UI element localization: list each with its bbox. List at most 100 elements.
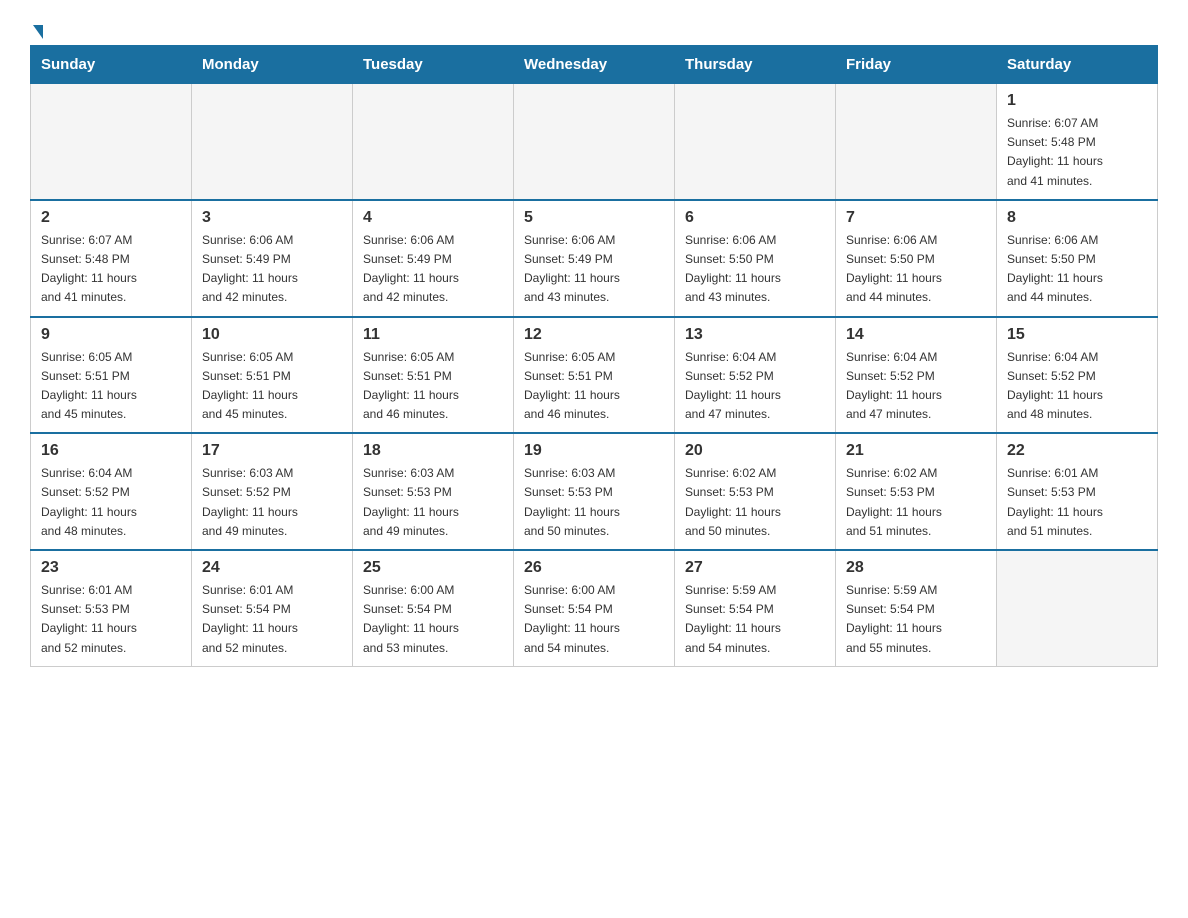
- calendar-cell: 3 Sunrise: 6:06 AM Sunset: 5:49 PM Daylig…: [192, 200, 353, 317]
- calendar-header-row: SundayMondayTuesdayWednesdayThursdayFrid…: [31, 46, 1158, 84]
- day-info: Sunrise: 6:00 AM Sunset: 5:54 PM Dayligh…: [524, 581, 664, 658]
- calendar-week-row: 2 Sunrise: 6:07 AM Sunset: 5:48 PM Daylig…: [31, 200, 1158, 317]
- day-info: Sunrise: 6:03 AM Sunset: 5:52 PM Dayligh…: [202, 464, 342, 541]
- day-number: 26: [524, 559, 664, 577]
- day-info: Sunrise: 6:06 AM Sunset: 5:49 PM Dayligh…: [524, 231, 664, 308]
- day-info: Sunrise: 6:05 AM Sunset: 5:51 PM Dayligh…: [41, 348, 181, 425]
- day-info: Sunrise: 6:01 AM Sunset: 5:53 PM Dayligh…: [1007, 464, 1147, 541]
- calendar-cell: [675, 84, 836, 200]
- day-info: Sunrise: 6:06 AM Sunset: 5:50 PM Dayligh…: [1007, 231, 1147, 308]
- calendar-cell: 8 Sunrise: 6:06 AM Sunset: 5:50 PM Daylig…: [997, 200, 1158, 317]
- logo-general-text: [30, 25, 43, 37]
- day-of-week-header: Sunday: [31, 46, 192, 84]
- day-of-week-header: Saturday: [997, 46, 1158, 84]
- calendar-cell: 4Sunrise: 6:06 AM Sunset: 5:49 PM Daylig…: [353, 200, 514, 317]
- day-info: Sunrise: 6:01 AM Sunset: 5:53 PM Dayligh…: [41, 581, 181, 658]
- calendar-cell: 18 Sunrise: 6:03 AM Sunset: 5:53 PM Dayli…: [353, 433, 514, 550]
- day-number: 6: [685, 209, 825, 227]
- logo-arrow-icon: [33, 25, 43, 39]
- calendar-cell: [353, 84, 514, 200]
- calendar-cell: 17 Sunrise: 6:03 AM Sunset: 5:52 PM Dayli…: [192, 433, 353, 550]
- day-info: Sunrise: 6:06 AM Sunset: 5:49 PM Dayligh…: [363, 231, 503, 308]
- calendar-cell: [514, 84, 675, 200]
- calendar-cell: 26 Sunrise: 6:00 AM Sunset: 5:54 PM Dayli…: [514, 550, 675, 666]
- day-number: 5: [524, 209, 664, 227]
- calendar-cell: 22 Sunrise: 6:01 AM Sunset: 5:53 PM Dayli…: [997, 433, 1158, 550]
- day-number: 16: [41, 442, 181, 460]
- day-number: 20: [685, 442, 825, 460]
- day-number: 10: [202, 326, 342, 344]
- day-number: 12: [524, 326, 664, 344]
- calendar-cell: 21Sunrise: 6:02 AM Sunset: 5:53 PM Dayli…: [836, 433, 997, 550]
- calendar-cell: [31, 84, 192, 200]
- day-number: 7: [846, 209, 986, 227]
- day-info: Sunrise: 6:03 AM Sunset: 5:53 PM Dayligh…: [524, 464, 664, 541]
- calendar-week-row: 16 Sunrise: 6:04 AM Sunset: 5:52 PM Dayli…: [31, 433, 1158, 550]
- day-number: 22: [1007, 442, 1147, 460]
- day-info: Sunrise: 6:02 AM Sunset: 5:53 PM Dayligh…: [685, 464, 825, 541]
- day-info: Sunrise: 6:07 AM Sunset: 5:48 PM Dayligh…: [41, 231, 181, 308]
- day-of-week-header: Thursday: [675, 46, 836, 84]
- calendar-cell: 1Sunrise: 6:07 AM Sunset: 5:48 PM Daylig…: [997, 84, 1158, 200]
- calendar-cell: 14 Sunrise: 6:04 AM Sunset: 5:52 PM Dayli…: [836, 317, 997, 434]
- calendar-cell: 25 Sunrise: 6:00 AM Sunset: 5:54 PM Dayli…: [353, 550, 514, 666]
- day-info: Sunrise: 6:00 AM Sunset: 5:54 PM Dayligh…: [363, 581, 503, 658]
- calendar-cell: [192, 84, 353, 200]
- day-number: 21: [846, 442, 986, 460]
- day-number: 25: [363, 559, 503, 577]
- calendar-cell: 5 Sunrise: 6:06 AM Sunset: 5:49 PM Daylig…: [514, 200, 675, 317]
- day-of-week-header: Tuesday: [353, 46, 514, 84]
- day-info: Sunrise: 6:06 AM Sunset: 5:49 PM Dayligh…: [202, 231, 342, 308]
- day-number: 28: [846, 559, 986, 577]
- calendar-cell: 19 Sunrise: 6:03 AM Sunset: 5:53 PM Dayli…: [514, 433, 675, 550]
- day-of-week-header: Friday: [836, 46, 997, 84]
- calendar-cell: [997, 550, 1158, 666]
- calendar-week-row: 23 Sunrise: 6:01 AM Sunset: 5:53 PM Dayli…: [31, 550, 1158, 666]
- calendar-cell: 27 Sunrise: 5:59 AM Sunset: 5:54 PM Dayli…: [675, 550, 836, 666]
- calendar-cell: 20 Sunrise: 6:02 AM Sunset: 5:53 PM Dayli…: [675, 433, 836, 550]
- day-number: 14: [846, 326, 986, 344]
- calendar-cell: 15 Sunrise: 6:04 AM Sunset: 5:52 PM Dayli…: [997, 317, 1158, 434]
- calendar-cell: 13Sunrise: 6:04 AM Sunset: 5:52 PM Dayli…: [675, 317, 836, 434]
- day-number: 8: [1007, 209, 1147, 227]
- day-number: 19: [524, 442, 664, 460]
- calendar-cell: 16 Sunrise: 6:04 AM Sunset: 5:52 PM Dayli…: [31, 433, 192, 550]
- calendar-cell: 10 Sunrise: 6:05 AM Sunset: 5:51 PM Dayli…: [192, 317, 353, 434]
- day-info: Sunrise: 6:04 AM Sunset: 5:52 PM Dayligh…: [846, 348, 986, 425]
- calendar-cell: 23 Sunrise: 6:01 AM Sunset: 5:53 PM Dayli…: [31, 550, 192, 666]
- calendar-cell: 11 Sunrise: 6:05 AM Sunset: 5:51 PM Dayli…: [353, 317, 514, 434]
- calendar-cell: 12 Sunrise: 6:05 AM Sunset: 5:51 PM Dayli…: [514, 317, 675, 434]
- day-number: 15: [1007, 326, 1147, 344]
- day-number: 11: [363, 326, 503, 344]
- day-info: Sunrise: 6:05 AM Sunset: 5:51 PM Dayligh…: [202, 348, 342, 425]
- calendar-week-row: 1Sunrise: 6:07 AM Sunset: 5:48 PM Daylig…: [31, 84, 1158, 200]
- day-number: 23: [41, 559, 181, 577]
- day-info: Sunrise: 6:05 AM Sunset: 5:51 PM Dayligh…: [363, 348, 503, 425]
- calendar-cell: 2 Sunrise: 6:07 AM Sunset: 5:48 PM Daylig…: [31, 200, 192, 317]
- day-info: Sunrise: 6:04 AM Sunset: 5:52 PM Dayligh…: [1007, 348, 1147, 425]
- page-header: [30, 20, 1158, 35]
- day-number: 2: [41, 209, 181, 227]
- day-number: 3: [202, 209, 342, 227]
- calendar-cell: 28Sunrise: 5:59 AM Sunset: 5:54 PM Dayli…: [836, 550, 997, 666]
- calendar-week-row: 9 Sunrise: 6:05 AM Sunset: 5:51 PM Daylig…: [31, 317, 1158, 434]
- day-number: 27: [685, 559, 825, 577]
- day-number: 9: [41, 326, 181, 344]
- calendar-cell: [836, 84, 997, 200]
- day-number: 24: [202, 559, 342, 577]
- day-number: 17: [202, 442, 342, 460]
- day-info: Sunrise: 6:04 AM Sunset: 5:52 PM Dayligh…: [685, 348, 825, 425]
- day-number: 1: [1007, 92, 1147, 110]
- day-info: Sunrise: 6:01 AM Sunset: 5:54 PM Dayligh…: [202, 581, 342, 658]
- day-info: Sunrise: 5:59 AM Sunset: 5:54 PM Dayligh…: [685, 581, 825, 658]
- day-of-week-header: Wednesday: [514, 46, 675, 84]
- day-info: Sunrise: 6:05 AM Sunset: 5:51 PM Dayligh…: [524, 348, 664, 425]
- day-info: Sunrise: 6:03 AM Sunset: 5:53 PM Dayligh…: [363, 464, 503, 541]
- calendar-cell: 6 Sunrise: 6:06 AM Sunset: 5:50 PM Daylig…: [675, 200, 836, 317]
- day-info: Sunrise: 6:06 AM Sunset: 5:50 PM Dayligh…: [846, 231, 986, 308]
- day-number: 18: [363, 442, 503, 460]
- day-info: Sunrise: 6:04 AM Sunset: 5:52 PM Dayligh…: [41, 464, 181, 541]
- calendar-table: SundayMondayTuesdayWednesdayThursdayFrid…: [30, 45, 1158, 667]
- day-info: Sunrise: 6:06 AM Sunset: 5:50 PM Dayligh…: [685, 231, 825, 308]
- calendar-cell: 9 Sunrise: 6:05 AM Sunset: 5:51 PM Daylig…: [31, 317, 192, 434]
